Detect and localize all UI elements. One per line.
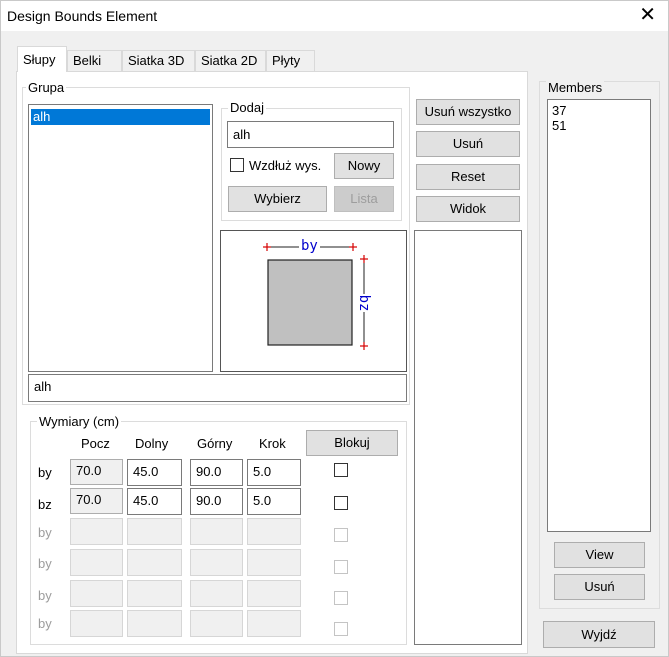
bz-label: bz (356, 294, 372, 312)
members-usun-button[interactable]: Usuń (554, 574, 645, 600)
disabled-checkbox (334, 560, 348, 574)
wzdluz-wys-checkbox[interactable] (230, 158, 244, 172)
window-title: Design Bounds Element (7, 8, 158, 24)
dodaj-label: Dodaj (228, 100, 266, 115)
disabled-field (127, 518, 182, 545)
bz-dolny-field[interactable]: 45.0 (127, 488, 182, 515)
disabled-field (190, 610, 243, 637)
nowy-button[interactable]: Nowy (334, 153, 394, 179)
disabled-field (127, 610, 182, 637)
header-dolny: Dolny (135, 436, 169, 451)
bz-krok-field[interactable]: 5.0 (247, 488, 301, 515)
reset-button[interactable]: Reset (416, 164, 520, 190)
by-blokuj-checkbox[interactable] (334, 463, 348, 477)
grupa-label: Grupa (26, 80, 67, 95)
wybierz-button[interactable]: Wybierz (228, 186, 327, 212)
title-bar: Design Bounds Element ✕ (1, 1, 668, 31)
close-icon[interactable]: ✕ (639, 4, 656, 26)
by-krok-field[interactable]: 5.0 (247, 459, 301, 486)
header-krok: Krok (259, 436, 286, 451)
row-label-disabled: by (38, 525, 52, 540)
bz-blokuj-checkbox[interactable] (334, 496, 348, 510)
row-label-disabled: by (38, 616, 52, 631)
lista-button[interactable]: Lista (334, 186, 394, 212)
usun-wszystko-button[interactable]: Usuń wszystko (416, 99, 520, 125)
header-gorny: Górny (197, 436, 233, 451)
group-name-input[interactable]: alh (28, 374, 407, 402)
grupa-list[interactable]: alh (28, 104, 213, 372)
by-dolny-field[interactable]: 45.0 (127, 459, 182, 486)
list-item[interactable]: 37 (552, 103, 650, 118)
wyjdz-button[interactable]: Wyjdź (543, 621, 655, 648)
bz-pocz-field: 70.0 (70, 488, 123, 514)
section-preview: by bz (220, 230, 407, 372)
dodaj-input[interactable]: alh (227, 121, 394, 148)
disabled-field (127, 580, 182, 607)
blokuj-button[interactable]: Blokuj (306, 430, 398, 456)
members-label: Members (546, 80, 605, 95)
row-label-bz: bz (38, 497, 52, 512)
disabled-field (70, 549, 123, 576)
by-pocz-field: 70.0 (70, 459, 123, 485)
disabled-field (127, 549, 182, 576)
disabled-field (70, 610, 123, 637)
bz-gorny-field[interactable]: 90.0 (190, 488, 243, 515)
usun-button[interactable]: Usuń (416, 131, 520, 157)
row-label-disabled: by (38, 556, 52, 571)
widok-button[interactable]: Widok (416, 196, 520, 222)
row-label-disabled: by (38, 588, 52, 603)
list-item[interactable]: alh (31, 109, 210, 125)
members-list[interactable]: 37 51 (547, 99, 651, 532)
wymiary-label: Wymiary (cm) (37, 414, 122, 429)
disabled-field (70, 580, 123, 607)
disabled-field (70, 518, 123, 545)
disabled-field (190, 580, 243, 607)
dialog-window: Design Bounds Element ✕ Słupy Belki Siat… (0, 0, 669, 657)
tab-siatka-3d[interactable]: Siatka 3D (122, 50, 195, 71)
disabled-field (247, 580, 301, 607)
tab-plyty[interactable]: Płyty (266, 50, 315, 71)
disabled-checkbox (334, 528, 348, 542)
view-button[interactable]: View (554, 542, 645, 568)
section-rectangle (267, 259, 353, 346)
by-label: by (299, 238, 320, 254)
actions-list[interactable] (414, 230, 522, 645)
disabled-checkbox (334, 622, 348, 636)
wzdluz-wys-label: Wzdłuż wys. (249, 158, 322, 173)
tab-slupy[interactable]: Słupy (17, 46, 67, 72)
disabled-checkbox (334, 591, 348, 605)
disabled-field (247, 549, 301, 576)
by-gorny-field[interactable]: 90.0 (190, 459, 243, 486)
disabled-field (190, 518, 243, 545)
list-item[interactable]: 51 (552, 118, 650, 133)
disabled-field (247, 518, 301, 545)
disabled-field (247, 610, 301, 637)
disabled-field (190, 549, 243, 576)
row-label-by: by (38, 465, 52, 480)
tab-siatka-2d[interactable]: Siatka 2D (195, 50, 266, 71)
header-pocz: Pocz (81, 436, 110, 451)
tab-belki[interactable]: Belki (67, 50, 122, 71)
